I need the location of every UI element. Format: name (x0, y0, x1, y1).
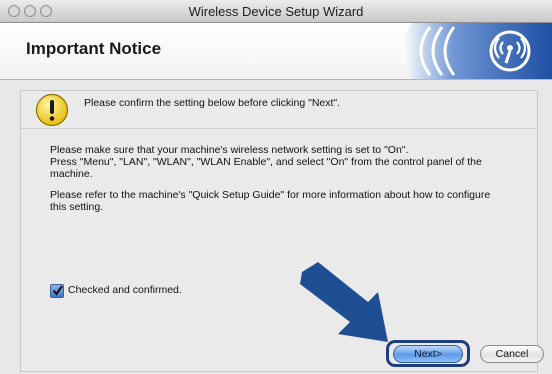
confirm-checkbox-label[interactable]: Checked and confirmed. (68, 284, 182, 296)
notice-row (20, 90, 536, 129)
warning-icon (35, 93, 69, 127)
wireless-signal-icon (402, 23, 552, 79)
notice-text: Please confirm the setting below before … (84, 97, 341, 109)
confirm-checkbox[interactable] (50, 284, 64, 298)
reference-paragraph: Please refer to the machine's "Quick Set… (50, 189, 491, 213)
wizard-window: Wireless Device Setup Wizard Important N… (0, 0, 552, 374)
window-title: Wireless Device Setup Wizard (188, 4, 364, 19)
next-button[interactable]: Next> (393, 345, 463, 363)
cancel-button[interactable]: Cancel (480, 345, 544, 363)
instruction-paragraph: Please make sure that your machine's wir… (50, 144, 482, 180)
content-panel (20, 90, 538, 372)
checkmark-icon (52, 285, 63, 296)
header-band: Important Notice (0, 23, 552, 80)
title-bar: Wireless Device Setup Wizard (0, 0, 552, 23)
page-title: Important Notice (26, 39, 162, 58)
pointer-arrow-icon (300, 262, 388, 342)
